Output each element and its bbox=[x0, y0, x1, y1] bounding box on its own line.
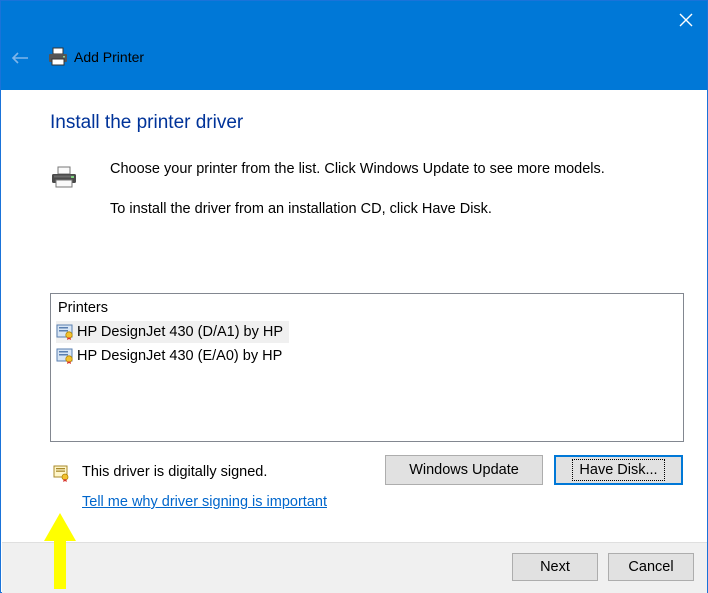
certified-driver-icon bbox=[56, 348, 73, 364]
driver-signing-link[interactable]: Tell me why driver signing is important bbox=[82, 494, 327, 510]
annotation-arrow-icon bbox=[44, 513, 76, 589]
wizard-content: Install the printer driver Choose your p… bbox=[2, 90, 707, 542]
title-bar: Add Printer bbox=[1, 1, 707, 90]
wizard-footer: Next Cancel bbox=[2, 542, 707, 593]
signing-status-text: This driver is digitally signed. bbox=[82, 464, 268, 480]
back-button[interactable] bbox=[9, 48, 31, 68]
close-button[interactable] bbox=[671, 5, 701, 35]
list-item-label: HP DesignJet 430 (E/A0) by HP bbox=[77, 348, 283, 364]
next-label: Next bbox=[540, 559, 570, 575]
cancel-label: Cancel bbox=[628, 559, 674, 575]
next-button[interactable]: Next bbox=[512, 553, 598, 581]
have-disk-label: Have Disk... bbox=[572, 459, 665, 481]
printer-icon bbox=[49, 47, 67, 66]
certified-driver-icon bbox=[56, 324, 73, 340]
list-item[interactable]: HP DesignJet 430 (E/A0) by HP bbox=[56, 345, 288, 367]
list-item[interactable]: HP DesignJet 430 (D/A1) by HP bbox=[56, 321, 290, 343]
window-title: Add Printer bbox=[74, 49, 145, 65]
digital-signature-icon bbox=[53, 465, 69, 482]
printer-icon bbox=[52, 166, 76, 188]
list-header: Printers bbox=[58, 300, 108, 316]
cancel-button[interactable]: Cancel bbox=[608, 553, 694, 581]
have-disk-button[interactable]: Have Disk... bbox=[554, 455, 683, 485]
description-line-1: Choose your printer from the list. Click… bbox=[110, 161, 605, 177]
page-title: Install the printer driver bbox=[50, 112, 244, 133]
windows-update-label: Windows Update bbox=[409, 462, 519, 478]
close-icon[interactable] bbox=[679, 13, 693, 27]
back-arrow-icon[interactable] bbox=[11, 52, 29, 64]
printers-listbox[interactable]: Printers HP DesignJet 430 (D/A1) by HP H… bbox=[50, 293, 684, 442]
windows-update-button[interactable]: Windows Update bbox=[385, 455, 543, 485]
description-line-2: To install the driver from an installati… bbox=[110, 201, 492, 217]
add-printer-window: Add Printer Install the printer driver C… bbox=[0, 0, 708, 593]
list-item-label: HP DesignJet 430 (D/A1) by HP bbox=[77, 324, 284, 340]
